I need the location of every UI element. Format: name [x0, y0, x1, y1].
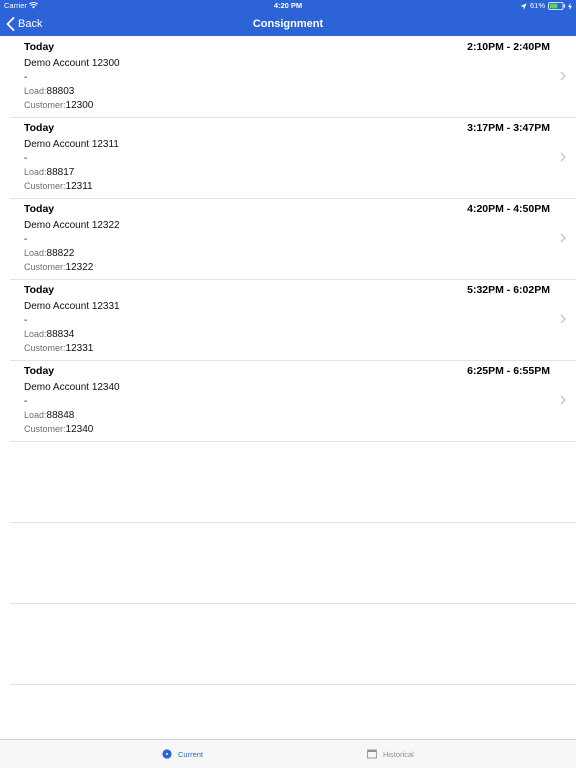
status-time: 4:20 PM — [273, 1, 303, 10]
consignment-customer: Customer:12311 — [24, 181, 93, 192]
tab-label: Current — [178, 749, 204, 759]
page-title: Consignment — [252, 18, 324, 30]
consignment-load: Load:88803 — [24, 86, 74, 97]
load-label: Load: — [24, 167, 47, 177]
consignment-detail: - — [24, 153, 28, 164]
tab-current[interactable]: Current — [162, 740, 203, 768]
consignment-row[interactable]: Today 2:10PM - 2:40PM Demo Account 12300… — [10, 37, 576, 118]
status-indicators: 61% — [520, 0, 572, 12]
load-label: Load: — [24, 86, 47, 96]
tab-label: Historical — [383, 749, 414, 759]
consignment-time-window: 3:17PM - 3:47PM — [467, 122, 550, 134]
navigation-bar: Consignment Back — [0, 12, 576, 36]
chevron-right-icon — [560, 233, 566, 243]
chevron-left-icon — [6, 17, 15, 31]
consignment-row[interactable]: Today 6:25PM - 6:55PM Demo Account 12340… — [10, 361, 576, 442]
charging-bolt-icon — [568, 2, 572, 10]
consignment-day: Today — [24, 203, 55, 215]
consignment-customer: Customer:12322 — [24, 262, 93, 273]
consignment-customer: Customer:12340 — [24, 424, 93, 435]
consignment-time-window: 2:10PM - 2:40PM — [467, 41, 550, 53]
app-screen: Carrier 4:20 PM 61% Consignment Back Tod… — [0, 0, 576, 768]
consignment-day: Today — [24, 41, 55, 53]
consignment-row[interactable]: Today 5:32PM - 6:02PM Demo Account 12331… — [10, 280, 576, 361]
current-dot-icon — [162, 749, 172, 759]
consignment-load: Load:88822 — [24, 248, 74, 259]
empty-row-separator — [10, 523, 576, 604]
back-label: Back — [18, 18, 43, 30]
empty-row-separator — [10, 442, 576, 523]
customer-value: 12311 — [65, 181, 93, 192]
customer-value: 12322 — [65, 262, 94, 273]
consignment-time-window: 5:32PM - 6:02PM — [467, 284, 550, 296]
battery-icon — [548, 2, 565, 10]
customer-value: 12300 — [65, 100, 94, 111]
tab-bar: Current Historical — [0, 739, 576, 768]
consignment-detail: - — [24, 72, 28, 83]
load-value: 88822 — [46, 248, 75, 259]
customer-label: Customer: — [24, 181, 66, 191]
consignment-detail: - — [24, 234, 28, 245]
chevron-right-icon — [560, 71, 566, 81]
consignment-detail: - — [24, 315, 28, 326]
load-value: 88817 — [46, 167, 75, 178]
customer-label: Customer: — [24, 424, 66, 434]
customer-label: Customer: — [24, 100, 66, 110]
consignment-account: Demo Account 12331 — [24, 301, 120, 312]
status-bar: Carrier 4:20 PM 61% — [0, 0, 576, 12]
load-label: Load: — [24, 329, 47, 339]
customer-label: Customer: — [24, 343, 66, 353]
customer-label: Customer: — [24, 262, 66, 272]
consignment-time-window: 6:25PM - 6:55PM — [467, 365, 550, 377]
tab-historical[interactable]: Historical — [367, 740, 414, 768]
load-value: 88848 — [46, 410, 75, 421]
consignment-day: Today — [24, 122, 55, 134]
consignment-customer: Customer:12300 — [24, 100, 93, 111]
empty-row-separator — [10, 604, 576, 685]
consignment-row[interactable]: Today 3:17PM - 3:47PM Demo Account 12311… — [10, 118, 576, 199]
consignment-detail: - — [24, 396, 28, 407]
customer-value: 12331 — [65, 343, 94, 354]
chevron-right-icon — [560, 395, 566, 405]
load-value: 88803 — [46, 86, 75, 97]
load-value: 88834 — [46, 329, 75, 340]
load-label: Load: — [24, 410, 47, 420]
customer-value: 12340 — [65, 424, 94, 435]
consignment-row[interactable]: Today 4:20PM - 4:50PM Demo Account 12322… — [10, 199, 576, 280]
location-arrow-icon — [520, 2, 527, 10]
consignment-customer: Customer:12331 — [24, 343, 93, 354]
consignment-load: Load:88848 — [24, 410, 74, 421]
consignment-list: Today 2:10PM - 2:40PM Demo Account 12300… — [0, 37, 576, 685]
consignment-account: Demo Account 12322 — [24, 220, 120, 231]
consignment-account: Demo Account 12300 — [24, 58, 120, 69]
consignment-account: Demo Account 12311 — [24, 139, 119, 150]
chevron-right-icon — [560, 314, 566, 324]
chevron-right-icon — [560, 152, 566, 162]
calendar-icon — [367, 749, 377, 759]
consignment-day: Today — [24, 365, 55, 377]
consignment-load: Load:88817 — [24, 167, 74, 178]
consignment-day: Today — [24, 284, 55, 296]
top-bar: Carrier 4:20 PM 61% Consignment Back — [0, 0, 576, 36]
battery-percentage: 61% — [529, 1, 545, 10]
load-label: Load: — [24, 248, 47, 258]
consignment-account: Demo Account 12340 — [24, 382, 120, 393]
back-button[interactable]: Back — [6, 15, 42, 33]
consignment-load: Load:88834 — [24, 329, 74, 340]
consignment-time-window: 4:20PM - 4:50PM — [467, 203, 550, 215]
